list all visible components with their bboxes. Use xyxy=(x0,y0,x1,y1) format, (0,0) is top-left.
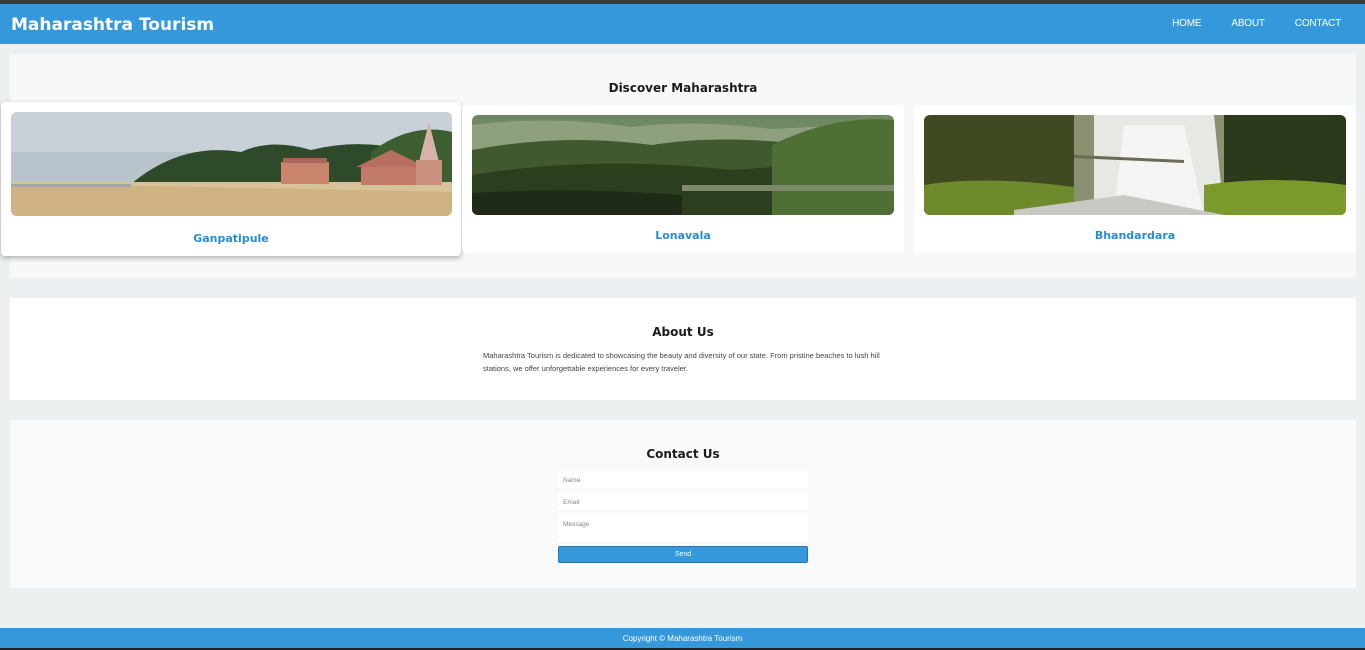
name-field[interactable]: Name xyxy=(558,471,808,488)
card-bhandardara[interactable]: Bhandardara xyxy=(914,105,1356,253)
bhandardara-image xyxy=(924,115,1346,215)
contact-title: Contact Us xyxy=(646,447,720,461)
about-title: About Us xyxy=(652,325,714,339)
ganpatipule-image xyxy=(11,112,452,216)
nav-about[interactable]: ABOUT xyxy=(1231,18,1265,29)
site-header: Maharashtra Tourism HOME ABOUT CONTACT xyxy=(0,4,1365,44)
about-section: About Us Maharashtra Tourism is dedicate… xyxy=(10,298,1356,400)
card-lonavala[interactable]: Lonavala xyxy=(462,105,904,253)
card-title[interactable]: Bhandardara xyxy=(914,229,1356,242)
main-nav: HOME ABOUT CONTACT xyxy=(1172,18,1341,29)
site-footer: Copyright © Maharashtra Tourism xyxy=(0,628,1365,650)
card-title[interactable]: Ganpatipule xyxy=(1,232,461,245)
card-title[interactable]: Lonavala xyxy=(462,229,904,242)
discover-section: Discover Maharashtra Ganpatipule Lonaval… xyxy=(1,54,1356,278)
about-text: Maharashtra Tourism is dedicated to show… xyxy=(483,351,880,373)
copyright-text: Copyright © Maharashtra Tourism xyxy=(622,634,743,643)
contact-section: Contact Us Name Email Message Send xyxy=(10,420,1356,588)
email-field[interactable]: Email xyxy=(558,493,808,510)
nav-home[interactable]: HOME xyxy=(1172,18,1201,29)
site-brand[interactable]: Maharashtra Tourism xyxy=(11,15,214,35)
lonavala-image xyxy=(472,115,894,215)
card-ganpatipule[interactable]: Ganpatipule xyxy=(1,102,461,256)
message-field[interactable]: Message xyxy=(558,515,808,542)
discover-title: Discover Maharashtra xyxy=(608,81,758,95)
send-button[interactable]: Send xyxy=(558,546,808,563)
nav-contact[interactable]: CONTACT xyxy=(1295,18,1341,29)
